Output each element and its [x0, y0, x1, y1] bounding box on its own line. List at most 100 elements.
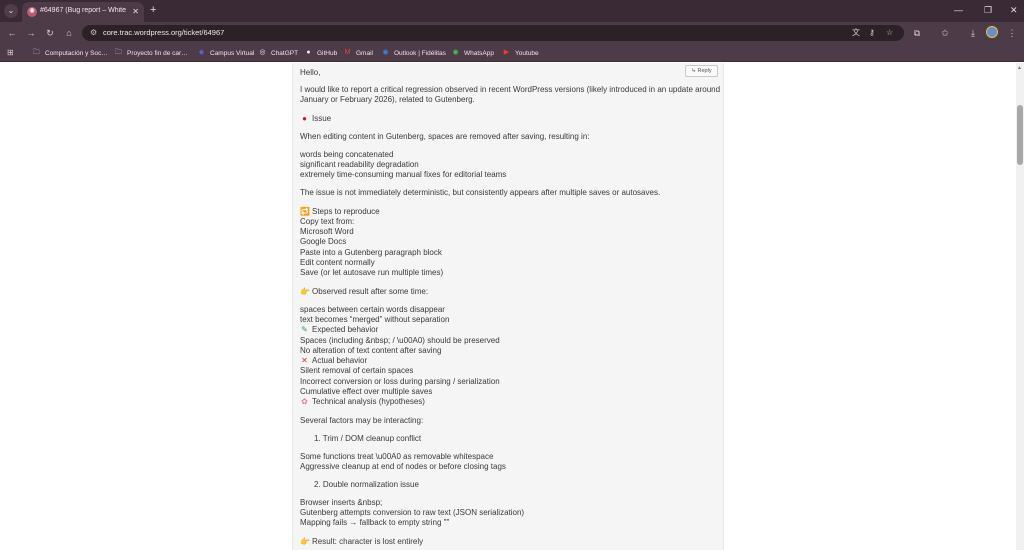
bookmark-icon: M: [344, 49, 351, 56]
comment-line: Paste into a Gutenberg paragraph block: [300, 248, 442, 258]
bookmark-item[interactable]: ◉ Outlook | Fidélitas: [381, 47, 446, 59]
site-info-icon[interactable]: ⚙: [90, 28, 97, 38]
comment-line: spaces between certain words disappear: [300, 305, 445, 315]
comment-line-text: The issue is not immediately determinist…: [300, 188, 661, 197]
bookmark-item[interactable]: ◉ WhatsApp: [451, 47, 494, 59]
pointing-hand-icon: 👉: [300, 537, 310, 546]
bookmark-label: ChatGPT: [271, 49, 299, 57]
home-icon[interactable]: ⌂: [62, 26, 76, 40]
active-tab[interactable]: ✺ #64967 (Bug report – Whitespace… ✕: [22, 2, 144, 22]
comment-line: 👉 Result: character is lost entirely: [300, 537, 423, 547]
bookmark-icon: ◆: [198, 49, 205, 56]
comment-line-text: Microsoft Word: [300, 227, 354, 236]
bookmark-item[interactable]: ◆ Campus Virtual: [197, 47, 255, 59]
bookmark-star-icon[interactable]: ☆: [886, 28, 893, 38]
comment-line: January or February 2026), related to Gu…: [300, 95, 475, 105]
tab-title: #64967 (Bug report – Whitespace…: [40, 7, 126, 14]
comment-line-text: Copy text from:: [300, 217, 355, 226]
reload-icon[interactable]: ↻: [43, 26, 57, 40]
bookmark-item[interactable]: 🗀 Proyecto fin de car…: [114, 47, 188, 59]
scroll-thumb[interactable]: [1017, 105, 1023, 165]
bookmark-icon: ●: [306, 49, 311, 56]
bookmark-label: Computación y Soc…: [45, 49, 108, 57]
comment-line: No alteration of text content after savi…: [300, 346, 441, 356]
comment-line: text becomes “merged” without separation: [300, 315, 449, 325]
comment-line-text: Browser inserts &nbsp;: [300, 498, 383, 507]
comment-line: 👉 Observed result after some time:: [300, 287, 428, 297]
url-text[interactable]: core.trac.wordpress.org/ticket/64967: [103, 28, 224, 38]
comment-line: Hello,: [300, 68, 320, 78]
comment-line: Save (or let autosave run multiple times…: [300, 268, 443, 278]
comment-line-text: Steps to reproduce: [312, 207, 380, 216]
bookmark-label: Outlook | Fidélitas: [394, 49, 446, 57]
comment-line: Copy text from:: [300, 217, 354, 227]
comment-line-text: words being concatenated: [300, 150, 394, 159]
comment-line-text: Result: character is lost entirely: [312, 537, 424, 546]
tab-close-icon[interactable]: ✕: [132, 7, 139, 17]
comment-line-text: Some functions treat \u00A0 as removable…: [300, 452, 494, 461]
browser-menu-icon[interactable]: ⋮: [1005, 26, 1019, 40]
comment-line: Some functions treat \u00A0 as removable…: [300, 452, 493, 462]
minimize-icon[interactable]: —: [954, 4, 963, 16]
comment-line: 1. Trim / DOM cleanup conflict: [314, 434, 421, 444]
page-content: ↳ Reply Hello, I would like to report a c…: [0, 63, 1016, 550]
comment-line: Cumulative effect over multiple saves: [300, 387, 432, 397]
comment-line-text: Incorrect conversion or loss during pars…: [300, 377, 500, 386]
scroll-up-icon[interactable]: ▲: [1017, 65, 1022, 71]
bookmark-item[interactable]: ▶ Youtube: [502, 47, 539, 59]
comment-line: Edit content normally: [300, 258, 375, 268]
comment-line-text: No alteration of text content after savi…: [300, 346, 442, 355]
pencil-icon: ✎: [301, 325, 308, 334]
comment-line-text: Edit content normally: [300, 258, 375, 267]
comment-line: Google Docs: [300, 237, 346, 247]
comment-line-text: 1. Trim / DOM cleanup conflict: [314, 434, 422, 443]
new-tab-button[interactable]: +: [150, 5, 156, 16]
brain-icon: ✿: [301, 397, 308, 406]
tab-search-button[interactable]: ⌄: [4, 4, 18, 18]
bookmark-item[interactable]: ● GitHub: [304, 47, 337, 59]
comment-line-text: Observed result after some time:: [312, 287, 429, 296]
translate-icon[interactable]: 文: [852, 28, 860, 38]
apps-grid-icon[interactable]: ⊞: [7, 48, 14, 58]
comment-line: Incorrect conversion or loss during pars…: [300, 377, 500, 387]
restore-icon[interactable]: ❐: [984, 4, 992, 16]
reading-list-icon[interactable]: ✩: [938, 26, 952, 40]
comment-line-text: Issue: [312, 114, 332, 123]
bookmark-item[interactable]: 🗀 Computación y Soc…: [32, 47, 108, 59]
comment-line: ● Issue: [300, 114, 331, 124]
back-icon[interactable]: ←: [5, 26, 19, 40]
comment-line-text: When editing content in Gutenberg, space…: [300, 132, 590, 141]
comment-line: 2. Double normalization issue: [314, 480, 419, 490]
extensions-icon[interactable]: ⧉: [910, 26, 924, 40]
red-circle-icon: ●: [302, 114, 307, 123]
comment-line-text: January or February 2026), related to Gu…: [300, 95, 475, 104]
reply-button[interactable]: ↳ Reply: [685, 65, 718, 77]
comment-line: ✿ Technical analysis (hypotheses): [300, 397, 425, 407]
pointing-hand-icon: 👉: [300, 287, 310, 296]
comment-line: extremely time-consuming manual fixes fo…: [300, 170, 506, 180]
bookmark-item[interactable]: ◎ ChatGPT: [258, 47, 298, 59]
bookmark-item[interactable]: M Gmail: [343, 47, 373, 59]
comment-line: Gutenberg attempts conversion to raw tex…: [300, 508, 524, 518]
bookmark-label: GitHub: [317, 49, 338, 57]
comment-line: The issue is not immediately determinist…: [300, 188, 660, 198]
comment-line: I would like to report a critical regres…: [300, 85, 720, 95]
ticket-description: ↳ Reply Hello, I would like to report a c…: [292, 63, 724, 550]
address-bar[interactable]: ⚙ core.trac.wordpress.org/ticket/64967 文…: [82, 25, 904, 41]
comment-line-text: Silent removal of certain spaces: [300, 366, 414, 375]
download-icon[interactable]: ⤓: [966, 26, 980, 40]
password-key-icon[interactable]: ⚷: [869, 28, 875, 38]
profile-avatar[interactable]: [986, 26, 998, 38]
page-scrollbar[interactable]: ▲: [1016, 63, 1024, 550]
window-close-icon[interactable]: ✕: [1010, 4, 1018, 16]
comment-line: Spaces (including &nbsp; / \u00A0) shoul…: [300, 336, 500, 346]
comment-line-text: 2. Double normalization issue: [314, 480, 419, 489]
comment-line: When editing content in Gutenberg, space…: [300, 132, 590, 142]
bookmark-icon: 🗀: [115, 49, 122, 56]
forward-icon[interactable]: →: [24, 26, 38, 40]
bookmark-icon: ▶: [503, 49, 510, 56]
bookmark-label: WhatsApp: [464, 49, 494, 57]
bookmark-label: Gmail: [356, 49, 373, 57]
bookmark-label: Campus Virtual: [210, 49, 255, 57]
comment-line-text: spaces between certain words disappear: [300, 305, 445, 314]
